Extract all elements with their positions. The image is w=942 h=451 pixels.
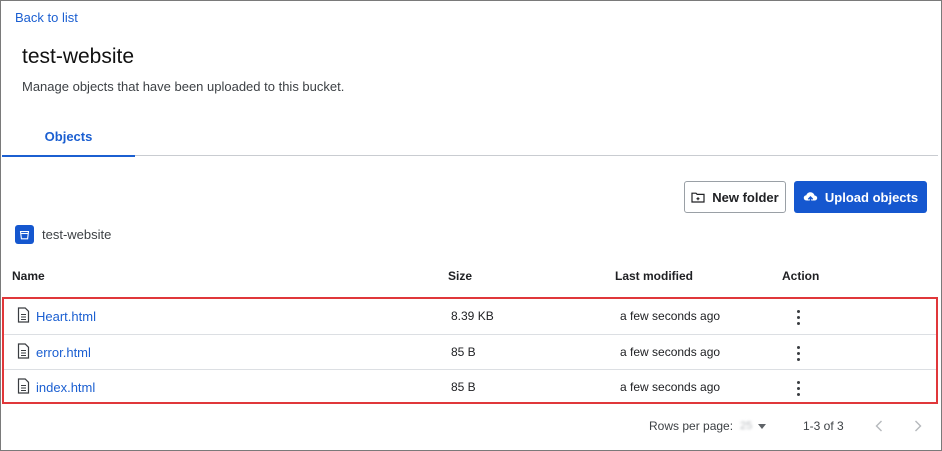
file-icon: [17, 307, 30, 323]
file-name-link[interactable]: Heart.html: [36, 309, 96, 324]
column-header-name[interactable]: Name: [12, 269, 45, 283]
chevron-left-icon: [875, 420, 882, 432]
rows-per-page-value: 25: [740, 420, 753, 432]
next-page-button[interactable]: [908, 416, 928, 436]
back-to-list-link[interactable]: Back to list: [15, 10, 78, 25]
breadcrumb: test-website: [15, 225, 111, 244]
column-header-size[interactable]: Size: [448, 269, 472, 283]
row-actions-kebab-icon[interactable]: [790, 378, 806, 398]
column-header-action: Action: [782, 269, 820, 283]
page-description: Manage objects that have been uploaded t…: [22, 79, 345, 94]
object-list-highlight: Heart.html 8.39 KB a few seconds ago err…: [2, 297, 938, 404]
upload-objects-label: Upload objects: [824, 189, 919, 205]
column-header-last-modified[interactable]: Last modified: [615, 269, 693, 283]
file-name-link[interactable]: error.html: [36, 345, 91, 360]
row-actions-kebab-icon[interactable]: [790, 307, 806, 327]
tab-objects[interactable]: Objects: [2, 116, 135, 157]
chevron-right-icon: [915, 420, 922, 432]
pagination-range: 1-3 of 3: [803, 419, 844, 433]
file-last-modified: a few seconds ago: [620, 380, 721, 394]
row-actions-kebab-icon[interactable]: [790, 343, 806, 363]
breadcrumb-bucket-label[interactable]: test-website: [42, 227, 111, 242]
table-row: index.html 85 B a few seconds ago: [4, 369, 936, 404]
bucket-icon: [15, 225, 34, 244]
file-name-link[interactable]: index.html: [36, 380, 95, 395]
file-last-modified: a few seconds ago: [620, 309, 721, 323]
table-row: error.html 85 B a few seconds ago: [4, 334, 936, 369]
caret-down-icon: [758, 423, 767, 429]
file-icon: [17, 378, 30, 394]
rows-per-page-select[interactable]: 25: [740, 417, 774, 435]
file-icon: [17, 343, 30, 359]
folder-plus-icon: [691, 192, 705, 203]
file-size: 85 B: [451, 380, 476, 394]
previous-page-button[interactable]: [869, 416, 889, 436]
new-folder-button[interactable]: New folder: [684, 181, 786, 213]
tab-bar: Objects: [2, 116, 938, 157]
upload-objects-button[interactable]: Upload objects: [794, 181, 927, 213]
table-row: Heart.html 8.39 KB a few seconds ago: [4, 299, 936, 334]
rows-per-page-label: Rows per page:: [649, 419, 734, 433]
file-size: 8.39 KB: [451, 309, 494, 323]
cloud-upload-icon: [803, 191, 818, 203]
file-size: 85 B: [451, 345, 476, 359]
new-folder-label: New folder: [712, 189, 779, 205]
file-last-modified: a few seconds ago: [620, 345, 721, 359]
page-title: test-website: [22, 45, 135, 68]
